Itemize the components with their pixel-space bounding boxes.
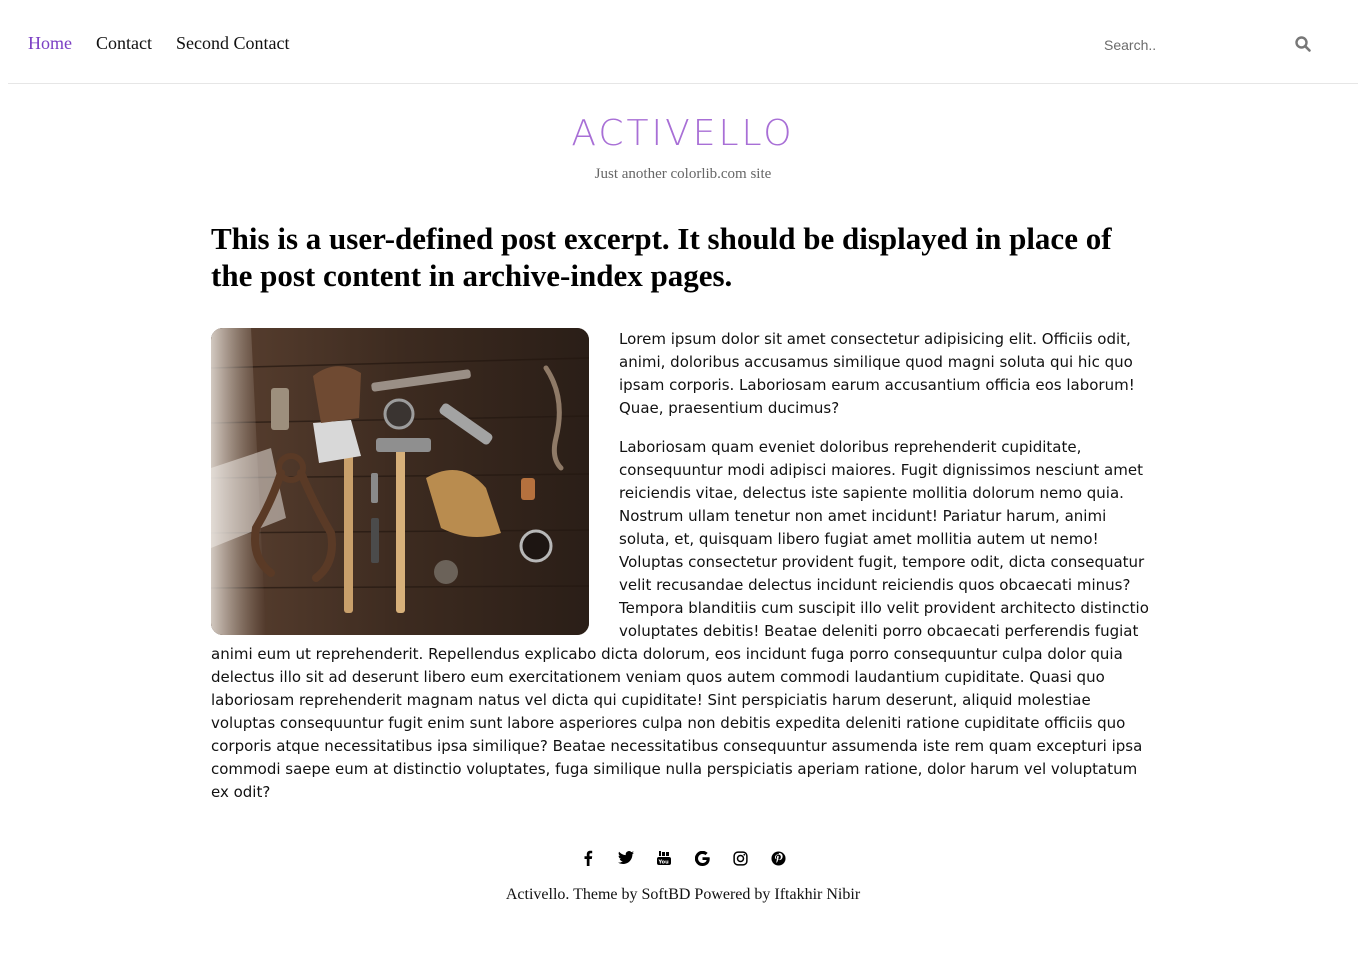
main-nav: Home Contact Second Contact — [28, 33, 313, 54]
nav-item-home[interactable]: Home — [28, 33, 72, 54]
post-body: Lorem ipsum dolor sit amet consectetur a… — [211, 328, 1156, 804]
google-icon[interactable] — [692, 848, 712, 868]
tools-photo-illustration — [211, 328, 589, 635]
svg-text:You: You — [658, 860, 670, 866]
twitter-icon[interactable] — [616, 848, 636, 868]
facebook-icon[interactable] — [578, 848, 598, 868]
post-image — [211, 328, 589, 635]
post-content: This is a user-defined post excerpt. It … — [211, 220, 1156, 820]
nav-item-contact[interactable]: Contact — [96, 33, 152, 54]
site-tagline: Just another colorlib.com site — [594, 166, 772, 182]
search-input[interactable] — [1104, 30, 1274, 60]
youtube-icon[interactable]: You — [654, 848, 674, 868]
header-bar: Home Contact Second Contact — [8, 0, 1358, 84]
footer-credit: Activello. Theme by SoftBD Powered by If… — [505, 886, 861, 903]
search-form — [1104, 30, 1314, 60]
site-logo[interactable]: ACTIVELLO — [571, 110, 794, 158]
search-icon[interactable] — [1294, 35, 1314, 55]
post-title: This is a user-defined post excerpt. It … — [211, 221, 1112, 293]
social-links: You — [0, 848, 1366, 868]
nav-item-second-contact[interactable]: Second Contact — [176, 33, 289, 54]
site-branding: ACTIVELLO Just another colorlib.com site — [0, 110, 1366, 183]
instagram-icon[interactable] — [730, 848, 750, 868]
pinterest-icon[interactable] — [768, 848, 788, 868]
